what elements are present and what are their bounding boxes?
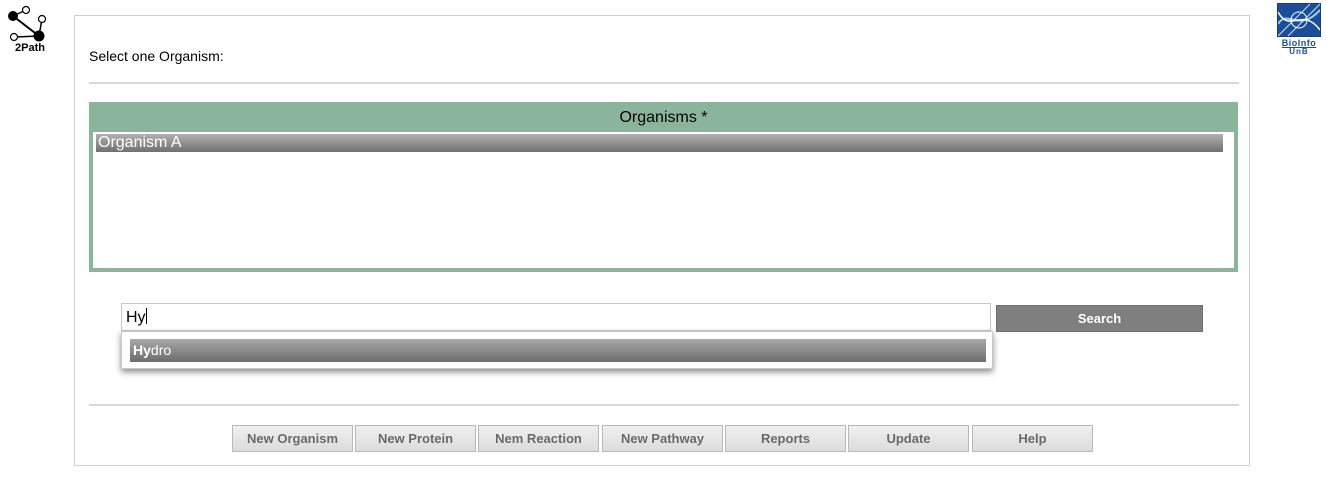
text-caret <box>145 308 147 324</box>
unb-logo-text: UnB <box>1289 47 1309 56</box>
page-prompt: Select one Organism: <box>89 48 224 64</box>
autocomplete-match: Hy <box>133 342 151 358</box>
autocomplete-menu: Hydro <box>121 331 993 369</box>
2path-logo[interactable]: 2Path <box>6 4 48 56</box>
divider-bottom <box>89 404 1239 406</box>
new-organism-button[interactable]: New Organism <box>232 425 353 452</box>
organism-search-input[interactable]: Hy <box>121 303 991 331</box>
autocomplete-option[interactable]: Hydro <box>130 339 986 362</box>
new-protein-button[interactable]: New Protein <box>355 425 476 452</box>
new-reaction-button[interactable]: Nem Reaction <box>478 425 599 452</box>
organisms-header: Organisms * <box>619 109 708 126</box>
bioinfo-unb-logo[interactable]: BioInfo UnB <box>1277 3 1321 57</box>
organisms-listbox[interactable]: Organism A <box>93 132 1234 268</box>
dna-tile-icon <box>1277 3 1321 37</box>
graph-icon <box>8 5 47 42</box>
new-pathway-button[interactable]: New Pathway <box>602 425 723 452</box>
organism-option[interactable]: Organism A <box>96 134 1223 152</box>
autocomplete-rest: dro <box>150 342 172 358</box>
organisms-box: Organisms * Organism A <box>89 102 1238 272</box>
search-input-value: Hy <box>126 309 146 326</box>
update-button[interactable]: Update <box>848 425 969 452</box>
search-button[interactable]: Search <box>996 305 1203 332</box>
2path-logo-label: 2Path <box>15 42 45 54</box>
divider-top <box>89 82 1239 84</box>
help-button[interactable]: Help <box>972 425 1093 452</box>
main-panel: Select one Organism: Organisms * Organis… <box>74 15 1250 466</box>
reports-button[interactable]: Reports <box>725 425 846 452</box>
